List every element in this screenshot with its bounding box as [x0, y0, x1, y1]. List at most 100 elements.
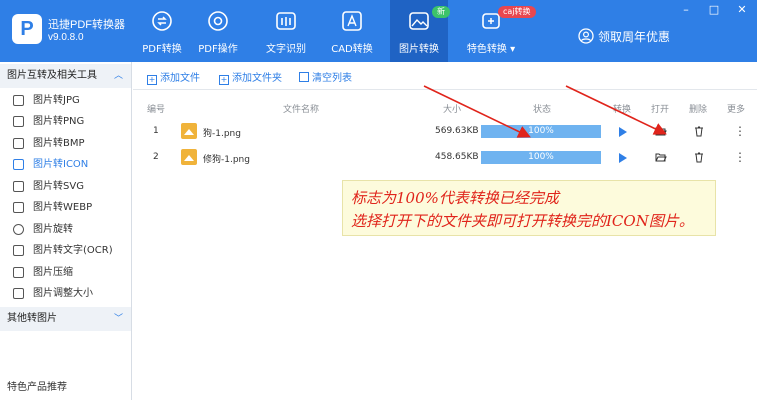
image-png-icon	[13, 116, 24, 127]
sidebar-item-label: 图片转PNG	[33, 116, 85, 127]
clear-list-button[interactable]: 清空列表	[299, 69, 352, 84]
nav-label: 特色转换 ▾	[466, 44, 516, 55]
sidebar-item-label: 图片旋转	[33, 224, 73, 235]
group-title: 图片互转及相关工具	[7, 70, 97, 81]
image-jpg-icon	[13, 95, 24, 106]
sidebar-item-label: 图片转WEBP	[33, 202, 93, 213]
pdf-convert-icon	[152, 11, 172, 31]
row-index: 1	[153, 126, 159, 136]
row-size: 569.63KB	[435, 126, 479, 136]
sidebar-item-label: 图片转BMP	[33, 138, 85, 149]
sidebar: 图片互转及相关工具 ︿ 图片转JPG 图片转PNG 图片转BMP 图片转ICON…	[0, 62, 132, 400]
sidebar-item-icon[interactable]: 图片转ICON	[0, 154, 131, 175]
nav-label: PDF操作	[198, 44, 238, 55]
table-header: 编号 文件名称 大小 状态 转换 打开 删除 更多	[133, 100, 757, 116]
image-bmp-icon	[13, 138, 24, 149]
sidebar-group-image-tools[interactable]: 图片互转及相关工具 ︿	[0, 64, 131, 88]
rotate-icon	[13, 224, 24, 235]
more-icon[interactable]: ⋮	[734, 124, 746, 138]
image-thumbnail	[181, 149, 197, 165]
sidebar-item-bmp[interactable]: 图片转BMP	[0, 133, 131, 154]
sidebar-item-rotate[interactable]: 图片旋转	[0, 219, 131, 240]
more-icon[interactable]: ⋮	[734, 150, 746, 164]
sidebar-item-jpg[interactable]: 图片转JPG	[0, 90, 131, 111]
progress-label: 100%	[528, 126, 554, 136]
header-index: 编号	[147, 105, 166, 115]
sidebar-group-other[interactable]: 其他转图片 ﹀	[0, 307, 131, 331]
plus-icon: +	[219, 75, 229, 85]
chevron-up-icon: ︿	[113, 71, 123, 81]
resize-icon	[13, 288, 24, 299]
header-status: 状态	[533, 105, 552, 115]
sidebar-item-resize[interactable]: 图片调整大小	[0, 283, 131, 304]
app-header: P 迅捷PDF转换器 v9.0.8.0 PDF转换 PDF操作 文字识别 CAD…	[0, 0, 757, 62]
trash-icon[interactable]	[693, 125, 705, 137]
annotation-note: 标志为100%代表转换已经完成 选择打开下的文件夹即可打开转换完的ICON图片。	[342, 180, 716, 236]
header-convert: 转换	[613, 105, 632, 115]
sidebar-item-png[interactable]: 图片转PNG	[0, 111, 131, 132]
nav-cad-convert[interactable]: CAD转换	[328, 0, 376, 62]
sidebar-item-webp[interactable]: 图片转WEBP	[0, 197, 131, 218]
folder-open-icon[interactable]	[655, 125, 667, 137]
minimize-button[interactable]: –	[680, 4, 692, 16]
nav-ocr[interactable]: 文字识别	[262, 0, 310, 62]
nav-label: 图片转换	[399, 44, 439, 55]
nav-label: PDF转换	[142, 44, 182, 55]
chevron-down-icon: ﹀	[113, 314, 123, 324]
sidebar-item-ocr[interactable]: 图片转文字(OCR)	[0, 240, 131, 261]
image-svg-icon	[13, 181, 24, 192]
header-more: 更多	[727, 105, 746, 115]
add-file-button[interactable]: + 添加文件	[147, 69, 200, 85]
row-filename: 狗-1.png	[203, 129, 241, 139]
image-icon-icon	[13, 159, 24, 170]
progress-bar: 100%	[481, 125, 601, 138]
sidebar-item-label: 图片压缩	[33, 267, 73, 278]
sidebar-item-compress[interactable]: 图片压缩	[0, 262, 131, 283]
progress-bar: 100%	[481, 151, 601, 164]
sidebar-item-svg[interactable]: 图片转SVG	[0, 176, 131, 197]
sidebar-item-label: 图片转ICON	[33, 159, 89, 170]
close-button[interactable]: ✕	[736, 4, 748, 16]
caj-badge: caj转换	[498, 6, 536, 18]
add-file-label: 添加文件	[160, 73, 200, 84]
user-icon	[578, 28, 594, 44]
sidebar-item-label: 图片调整大小	[33, 288, 93, 299]
app-logo: P	[12, 14, 42, 44]
compress-icon	[13, 267, 24, 278]
row-size: 458.65KB	[435, 152, 479, 162]
new-badge: 新	[432, 6, 450, 18]
app-version: v9.0.8.0	[48, 32, 84, 43]
group-title: 其他转图片	[7, 313, 57, 324]
table-row[interactable]: 1 狗-1.png 569.63KB 100% ⋮	[133, 119, 757, 145]
play-icon[interactable]	[619, 153, 627, 163]
sidebar-item-label: 图片转文字(OCR)	[33, 245, 113, 256]
add-folder-button[interactable]: + 添加文件夹	[219, 69, 282, 85]
text-icon	[13, 245, 24, 256]
nav-pdf-ops[interactable]: PDF操作	[194, 0, 242, 62]
ocr-icon	[276, 12, 296, 30]
nav-pdf-convert[interactable]: PDF转换	[138, 0, 186, 62]
image-icon	[409, 12, 429, 30]
clear-list-label: 清空列表	[312, 73, 352, 84]
play-icon[interactable]	[619, 127, 627, 137]
header-delete: 删除	[689, 105, 708, 115]
trash-icon[interactable]	[693, 151, 705, 163]
folder-open-icon[interactable]	[655, 151, 667, 163]
sidebar-item-label: 图片转SVG	[33, 181, 84, 192]
table-row[interactable]: 2 修狗-1.png 458.65KB 100% ⋮	[133, 145, 757, 171]
row-filename: 修狗-1.png	[203, 155, 250, 165]
featured-products[interactable]: 特色产品推荐	[7, 378, 67, 393]
header-open: 打开	[651, 105, 670, 115]
plus-icon: +	[147, 75, 157, 85]
promo-link[interactable]: 领取周年优惠	[598, 28, 670, 45]
header-name: 文件名称	[283, 105, 320, 115]
annotation-line-2: 选择打开下的文件夹即可打开转换完的ICON图片。	[351, 212, 694, 230]
row-index: 2	[153, 152, 159, 162]
restore-button[interactable]: □	[708, 4, 720, 16]
app-name: 迅捷PDF转换器	[48, 19, 125, 31]
pdf-ops-icon	[208, 11, 228, 31]
nav-label: CAD转换	[331, 44, 373, 55]
image-webp-icon	[13, 202, 24, 213]
cad-icon	[342, 11, 362, 31]
annotation-line-1: 标志为100%代表转换已经完成	[351, 189, 559, 207]
